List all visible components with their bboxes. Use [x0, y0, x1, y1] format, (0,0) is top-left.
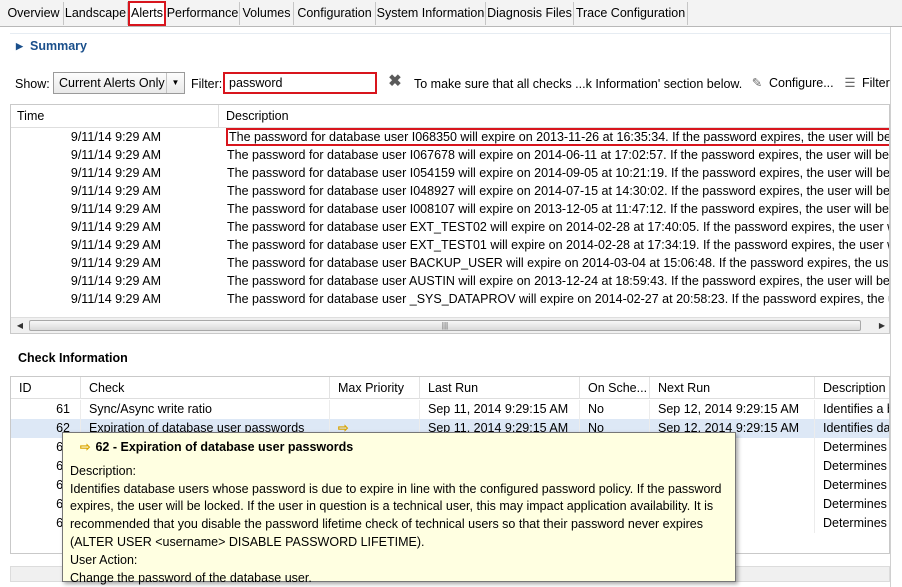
alert-row[interactable]: 9/11/14 9:29 AM The password for database… — [11, 128, 889, 146]
check-information-title: Check Information — [18, 351, 128, 365]
alert-description: The password for database user I008107 w… — [227, 202, 890, 216]
alert-row[interactable]: 9/11/14 9:29 AM The password for database… — [11, 182, 890, 200]
filter-icon: ☰ — [844, 76, 856, 90]
tab-system-information[interactable]: System Information — [376, 2, 486, 25]
check-cell-id: 61 — [11, 400, 81, 419]
filter-button[interactable]: ☰ Filter — [842, 72, 890, 94]
check-cell-priority — [331, 400, 420, 419]
column-header-check[interactable]: Check — [82, 377, 330, 399]
tooltip-description: Identifies database users whose password… — [70, 481, 722, 549]
alert-description: The password for database user I048927 w… — [227, 184, 890, 198]
column-header-id[interactable]: ID — [11, 377, 81, 399]
alert-row[interactable]: 9/11/14 9:29 AM The password for database… — [11, 290, 890, 308]
alert-row[interactable]: 9/11/14 9:29 AM The password for database… — [11, 146, 890, 164]
alert-description: The password for database user I067678 w… — [227, 148, 890, 162]
alert-time: 9/11/14 9:29 AM — [70, 292, 161, 306]
alerts-table: Time Description 9/11/14 9:29 AM The pass… — [10, 104, 890, 334]
check-cell-next-run: Sep 12, 2014 9:29:15 AM — [651, 400, 815, 419]
configure-button[interactable]: ✎ Configure... — [749, 72, 834, 94]
tab-volumes[interactable]: Volumes — [240, 2, 294, 25]
column-header-next-run[interactable]: Next Run — [651, 377, 815, 399]
pencil-icon: ✎ — [751, 76, 763, 90]
summary-section-header[interactable]: ▶ Summary — [10, 33, 890, 59]
alert-description: The password for database user I054159 w… — [227, 166, 890, 180]
check-table-header: ID Check Max Priority Last Run On Sche... Nex… — [11, 377, 889, 399]
alert-row[interactable]: 9/11/14 9:29 AM The password for database… — [11, 272, 890, 290]
alert-time: 9/11/14 9:29 AM — [70, 256, 161, 270]
alert-description: The password for database user AUSTIN wi… — [227, 274, 890, 288]
check-cell-on-schedule: No — [581, 400, 650, 419]
scroll-right-icon[interactable]: ▶ — [875, 320, 889, 332]
tab-configuration[interactable]: Configuration — [294, 2, 376, 25]
filter-toolbar: Show: Current Alerts Only ▼ Filter: ✖ To… — [10, 68, 890, 100]
tooltip-title-text: 62 - Expiration of database user passwor… — [95, 440, 354, 454]
tooltip-action: Change the password of the database user… — [70, 570, 312, 585]
alert-time: 9/11/14 9:29 AM — [70, 184, 161, 198]
check-cell-check: Sync/Async write ratio — [82, 400, 330, 419]
alert-description: The password for database user _SYS_DATA… — [227, 292, 890, 306]
priority-arrow-icon: ⇨ — [80, 440, 91, 454]
check-cell-description: Determines t — [816, 476, 889, 495]
tooltip-action-label: User Action: — [70, 552, 138, 567]
scrollbar-thumb[interactable]: ||| — [29, 320, 861, 331]
check-cell-description: Identifies a b — [816, 400, 889, 419]
alerts-table-body: 9/11/14 9:29 AM The password for database… — [11, 128, 890, 308]
show-dropdown[interactable]: Current Alerts Only ▼ — [53, 72, 185, 94]
alert-description: The password for database user I068350 w… — [226, 128, 889, 146]
tab-bar: Overview Landscape Alerts Performance Volume… — [0, 0, 902, 27]
checks-info-text: To make sure that all checks ...k Inform… — [414, 77, 743, 91]
filter-button-label: Filter — [862, 76, 890, 90]
alert-row[interactable]: 9/11/14 9:29 AM The password for database… — [11, 254, 890, 272]
check-tooltip: ⇨ 62 - Expiration of database user passwo… — [62, 432, 736, 585]
tab-trace-configuration[interactable]: Trace Configuration — [574, 2, 688, 25]
column-header-description[interactable]: Description — [220, 105, 889, 128]
configure-button-label: Configure... — [769, 76, 834, 90]
tab-overview[interactable]: Overview — [4, 2, 64, 25]
show-label: Show: — [15, 77, 50, 91]
alert-row[interactable]: 9/11/14 9:29 AM The password for database… — [11, 200, 890, 218]
check-cell-description: Identifies dat — [816, 419, 889, 438]
tab-diagnosis-files[interactable]: Diagnosis Files — [486, 2, 574, 25]
chevron-down-icon[interactable]: ▼ — [166, 73, 184, 93]
expand-triangle-icon[interactable]: ▶ — [16, 34, 23, 58]
column-header-on-schedule[interactable]: On Sche... — [581, 377, 650, 399]
filter-input[interactable] — [223, 72, 377, 94]
column-header-time[interactable]: Time — [11, 105, 219, 128]
column-header-description[interactable]: Description — [816, 377, 889, 399]
alert-time: 9/11/14 9:29 AM — [70, 130, 161, 144]
tab-alerts[interactable]: Alerts — [128, 1, 166, 26]
alert-row[interactable]: 9/11/14 9:29 AM The password for database… — [11, 236, 890, 254]
alert-time: 9/11/14 9:29 AM — [70, 202, 161, 216]
filter-label: Filter: — [191, 77, 223, 91]
alert-row[interactable]: 9/11/14 9:29 AM The password for database… — [11, 218, 890, 236]
show-dropdown-value: Current Alerts Only — [59, 76, 165, 90]
alert-row[interactable]: 9/11/14 9:29 AM The password for database… — [11, 164, 890, 182]
alerts-horizontal-scrollbar[interactable]: ◀ ||| ▶ — [11, 317, 889, 333]
alerts-table-header: Time Description — [11, 105, 889, 128]
tooltip-description-label: Description: — [70, 463, 136, 478]
check-cell-description: Determines v — [816, 438, 889, 457]
alert-time: 9/11/14 9:29 AM — [70, 220, 161, 234]
alert-description: The password for database user BACKUP_US… — [227, 256, 890, 270]
check-cell-last-run: Sep 11, 2014 9:29:15 AM — [421, 400, 580, 419]
alert-time: 9/11/14 9:29 AM — [70, 274, 161, 288]
check-cell-description: Determines v — [816, 514, 889, 533]
column-header-max-priority[interactable]: Max Priority — [331, 377, 420, 399]
tooltip-title: ⇨ 62 - Expiration of database user passwo… — [70, 439, 728, 457]
alert-time: 9/11/14 9:29 AM — [70, 238, 161, 252]
alert-time: 9/11/14 9:29 AM — [70, 166, 161, 180]
alert-time: 9/11/14 9:29 AM — [70, 148, 161, 162]
check-cell-description: Determines t — [816, 495, 889, 514]
panel-divider — [890, 27, 891, 587]
alert-description: The password for database user EXT_TEST0… — [227, 238, 890, 252]
check-row[interactable]: 61 Sync/Async write ratio Sep 11, 2014 9:2… — [11, 400, 889, 419]
check-cell-description: Determines v — [816, 457, 889, 476]
summary-label: Summary — [30, 39, 87, 53]
alert-description: The password for database user EXT_TEST0… — [227, 220, 890, 234]
clear-filter-icon[interactable]: ✖ — [387, 73, 403, 91]
tab-performance[interactable]: Performance — [166, 2, 240, 25]
column-header-last-run[interactable]: Last Run — [421, 377, 580, 399]
scroll-left-icon[interactable]: ◀ — [13, 320, 27, 332]
tab-landscape[interactable]: Landscape — [64, 2, 128, 25]
